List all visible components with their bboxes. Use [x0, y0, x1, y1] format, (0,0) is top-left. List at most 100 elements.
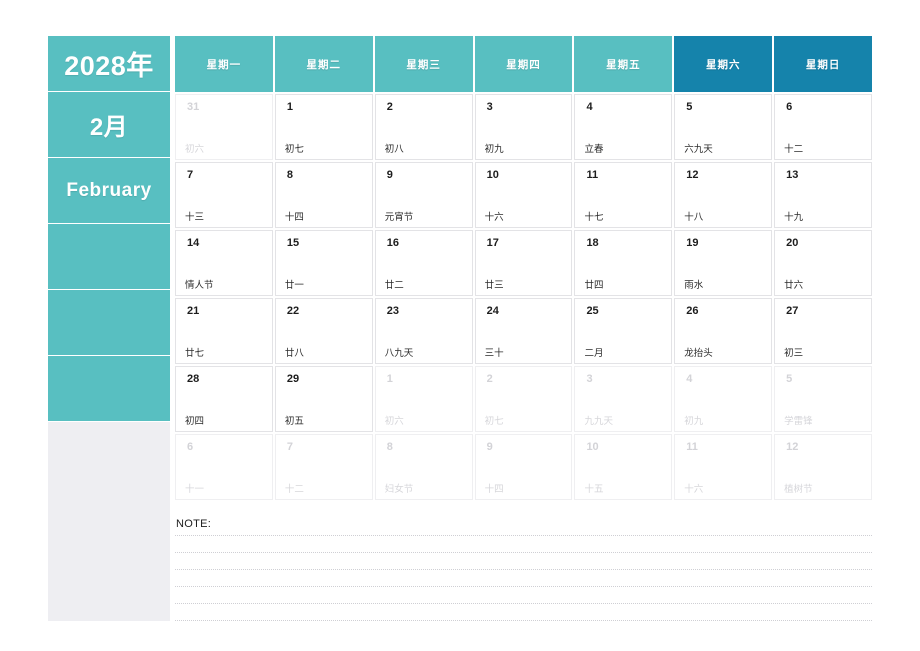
- day-cell[interactable]: 11 十七: [574, 162, 673, 228]
- day-cell[interactable]: 4 立春: [574, 94, 673, 160]
- day-cell[interactable]: 12 植树节: [774, 434, 873, 500]
- day-cell[interactable]: 21 廿七: [175, 298, 273, 364]
- note-line[interactable]: [175, 552, 872, 553]
- lunar-label: 龙抬头: [684, 348, 713, 359]
- day-cell[interactable]: 23 八九天: [374, 298, 473, 364]
- lunar-label: 十二: [784, 144, 804, 155]
- day-number: 7: [187, 169, 194, 181]
- day-cell[interactable]: 3 初九: [474, 94, 573, 160]
- day-number: 27: [786, 305, 799, 317]
- day-cell[interactable]: 6 十二: [774, 94, 873, 160]
- day-cell[interactable]: 7 十二: [274, 434, 373, 500]
- day-cell[interactable]: 2 初七: [474, 366, 573, 432]
- sidebar-month-block: 2月: [48, 92, 170, 158]
- weekday-header-5: 星期五: [574, 36, 673, 92]
- day-cell[interactable]: 3 九九天: [574, 366, 673, 432]
- day-cell[interactable]: 16 廿二: [374, 230, 473, 296]
- lunar-label: 二月: [584, 348, 604, 359]
- lunar-label: 学雷锋: [784, 416, 813, 427]
- sidebar-blank-block-1: [48, 224, 170, 290]
- day-number: 6: [786, 101, 793, 113]
- lunar-label: 植树节: [784, 484, 813, 495]
- day-number: 5: [686, 101, 693, 113]
- day-cell[interactable]: 18 廿四: [574, 230, 673, 296]
- day-number: 2: [486, 373, 493, 385]
- day-cell[interactable]: 12 十八: [674, 162, 773, 228]
- note-line[interactable]: [175, 569, 872, 570]
- note-line[interactable]: [175, 620, 872, 621]
- day-cell[interactable]: 19 雨水: [674, 230, 773, 296]
- day-cell[interactable]: 25 二月: [574, 298, 673, 364]
- lunar-label: 九九天: [584, 416, 613, 427]
- day-number: 9: [486, 441, 493, 453]
- day-cell[interactable]: 27 初三: [774, 298, 873, 364]
- day-cell[interactable]: 26 龙抬头: [674, 298, 773, 364]
- note-line[interactable]: [175, 586, 872, 587]
- day-cell[interactable]: 29 初五: [274, 366, 373, 432]
- day-cell[interactable]: 22 廿八: [274, 298, 373, 364]
- weekday-header-2: 星期二: [274, 36, 373, 92]
- lunar-label: 十八: [684, 212, 704, 223]
- day-cell[interactable]: 6 十一: [175, 434, 273, 500]
- lunar-label: 十九: [784, 212, 804, 223]
- day-cell[interactable]: 2 初八: [374, 94, 473, 160]
- day-cell[interactable]: 8 妇女节: [374, 434, 473, 500]
- day-cell[interactable]: 1 初六: [374, 366, 473, 432]
- lunar-label: 初四: [185, 416, 205, 427]
- lunar-label: 八九天: [384, 348, 414, 359]
- lunar-label: 十五: [584, 484, 604, 495]
- lunar-label: 廿四: [584, 280, 604, 291]
- day-number: 17: [486, 237, 499, 249]
- day-cell[interactable]: 20 廿六: [774, 230, 873, 296]
- day-cell[interactable]: 5 学雷锋: [774, 366, 873, 432]
- day-cell[interactable]: 13 十九: [774, 162, 873, 228]
- lunar-label: 十六: [484, 212, 504, 223]
- day-cell[interactable]: 11 十六: [674, 434, 773, 500]
- lunar-label: 廿三: [484, 280, 504, 291]
- day-cell[interactable]: 24 三十: [474, 298, 573, 364]
- day-cell[interactable]: 1 初七: [274, 94, 373, 160]
- day-number: 5: [786, 373, 793, 385]
- day-number: 21: [187, 305, 200, 317]
- day-number: 12: [786, 441, 799, 453]
- day-cell[interactable]: 9 十四: [474, 434, 573, 500]
- day-number: 11: [586, 169, 599, 181]
- calendar-week-row: 28 初四 29 初五 1 初六 2 初七 3 九九天 4 初九 5 学雷锋: [175, 366, 873, 432]
- lunar-label: 十七: [584, 212, 604, 223]
- lunar-label: 六九天: [684, 144, 713, 155]
- lunar-label: 十六: [684, 484, 704, 495]
- day-cell[interactable]: 8 十四: [274, 162, 373, 228]
- day-cell[interactable]: 7 十三: [175, 162, 273, 228]
- day-cell[interactable]: 10 十六: [474, 162, 573, 228]
- day-cell[interactable]: 31 初六: [175, 94, 273, 160]
- day-cell[interactable]: 28 初四: [175, 366, 273, 432]
- day-number: 12: [686, 169, 699, 181]
- lunar-label: 十四: [284, 212, 304, 223]
- day-number: 14: [187, 237, 200, 249]
- day-number: 10: [586, 441, 599, 453]
- lunar-label: 初九: [484, 144, 504, 155]
- lunar-label: 雨水: [684, 280, 704, 291]
- lunar-label: 初八: [384, 144, 404, 155]
- lunar-label: 十三: [185, 212, 205, 223]
- day-number: 25: [586, 305, 599, 317]
- day-cell[interactable]: 15 廿一: [274, 230, 373, 296]
- note-line[interactable]: [175, 603, 872, 604]
- day-cell[interactable]: 9 元宵节: [374, 162, 473, 228]
- day-number: 22: [286, 305, 300, 317]
- day-number: 7: [286, 441, 293, 453]
- month-en-label: February: [66, 179, 152, 201]
- calendar-week-row: 6 十一 7 十二 8 妇女节 9 十四 10 十五 11 十六 12 植树节: [175, 434, 873, 500]
- day-number: 10: [486, 169, 499, 181]
- weekday-header-row: 星期一 星期二 星期三 星期四 星期五 星期六 星期日: [175, 36, 873, 92]
- day-cell[interactable]: 10 十五: [574, 434, 673, 500]
- lunar-label: 初三: [784, 348, 804, 359]
- day-cell[interactable]: 4 初九: [674, 366, 773, 432]
- day-number: 9: [386, 169, 393, 181]
- day-cell[interactable]: 17 廿三: [474, 230, 573, 296]
- day-cell[interactable]: 14 情人节: [175, 230, 273, 296]
- day-number: 6: [187, 441, 194, 453]
- note-line[interactable]: [175, 535, 872, 536]
- lunar-label: 初六: [185, 144, 205, 155]
- day-cell[interactable]: 5 六九天: [674, 94, 773, 160]
